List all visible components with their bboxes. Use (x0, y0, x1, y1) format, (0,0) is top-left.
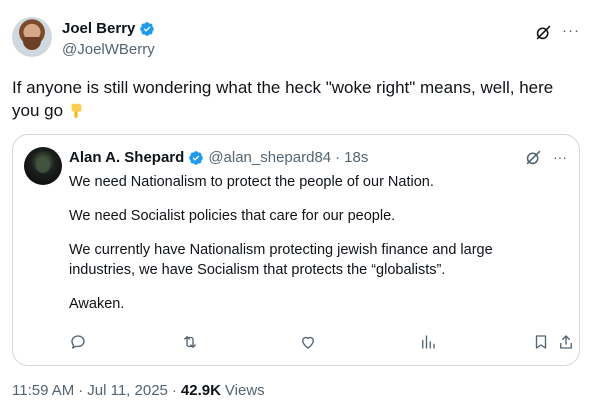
pointing-down-hand-icon (71, 103, 82, 119)
views-icon[interactable] (419, 333, 437, 351)
quoted-paragraph: Awaken. (69, 296, 125, 312)
like-icon[interactable] (299, 333, 317, 351)
meta-separator: · (335, 149, 341, 166)
tweet-text-content: If anyone is still wondering what the he… (12, 78, 554, 120)
more-icon[interactable]: ··· (562, 23, 580, 38)
quoted-paragraph: We currently have Nationalism protecting… (69, 242, 493, 278)
author-handle[interactable]: @JoelWBerry (62, 41, 155, 58)
grok-icon[interactable] (525, 149, 542, 166)
timestamp-row: 11:59 AM · Jul 11, 2025 · 42.9K Views (12, 382, 265, 399)
post-date[interactable]: Jul 11, 2025 (87, 382, 168, 399)
more-icon[interactable]: ··· (553, 150, 567, 164)
quoted-author-avatar[interactable] (24, 147, 62, 185)
meta-separator: · (171, 382, 177, 399)
quoted-author-name[interactable]: Alan A. Shepard (69, 149, 184, 166)
views-label: Views (224, 382, 265, 399)
quoted-author-row: Alan A. Shepard @alan_shepard84 · 18s (69, 149, 368, 166)
author-name[interactable]: Joel Berry (62, 20, 135, 37)
quoted-tweet-card[interactable]: Alan A. Shepard @alan_shepard84 · 18s ··… (12, 134, 580, 366)
verified-badge-icon (140, 21, 155, 36)
quoted-action-bar (69, 333, 572, 353)
reply-icon[interactable] (69, 333, 87, 351)
quoted-paragraph: We need Socialist policies that care for… (69, 208, 396, 224)
quoted-timestamp[interactable]: 18s (344, 149, 368, 166)
quoted-author-handle[interactable]: @alan_shepard84 (208, 149, 331, 166)
post-time[interactable]: 11:59 AM (12, 382, 74, 399)
share-icon[interactable] (557, 333, 575, 351)
bookmark-icon[interactable] (532, 333, 550, 351)
author-name-row[interactable]: Joel Berry (62, 20, 155, 37)
verified-badge-icon (189, 150, 204, 165)
repost-icon[interactable] (181, 333, 199, 351)
meta-separator: · (78, 382, 84, 399)
quoted-tweet-body: We need Nationalism to protect the peopl… (69, 172, 559, 328)
tweet-text: If anyone is still wondering what the he… (12, 76, 577, 122)
views-count: 42.9K (180, 382, 221, 399)
grok-icon[interactable] (535, 24, 552, 41)
author-avatar[interactable] (12, 17, 52, 57)
quoted-paragraph: We need Nationalism to protect the peopl… (69, 174, 434, 190)
